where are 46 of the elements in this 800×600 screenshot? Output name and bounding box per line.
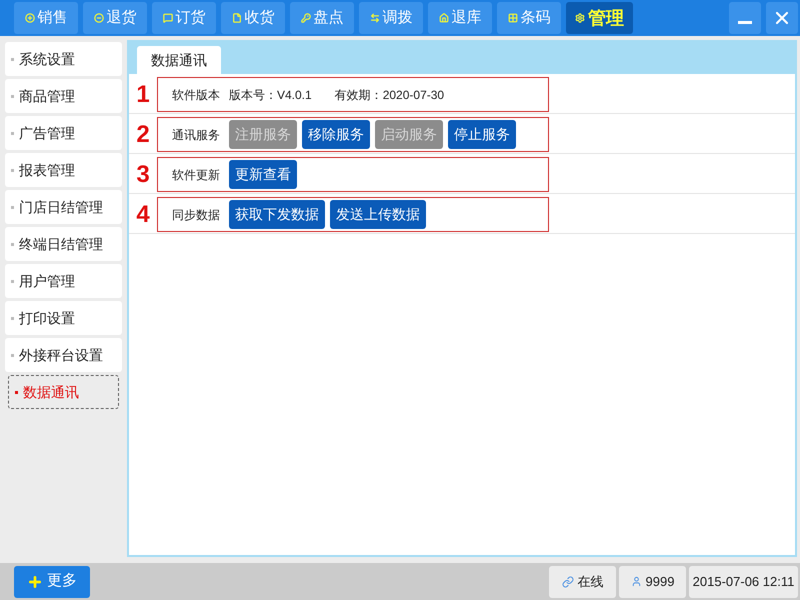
minimize-icon xyxy=(738,20,752,24)
action-button[interactable]: 获取下发数据 xyxy=(229,200,325,229)
arrows-icon xyxy=(370,13,380,23)
section-number: 4 xyxy=(135,200,151,230)
section-number: 1 xyxy=(135,80,151,110)
section-label: 软件版本 xyxy=(172,86,220,104)
minimize-button[interactable] xyxy=(729,2,761,34)
section-label: 通讯服务 xyxy=(172,126,220,144)
connection-status: 在线 xyxy=(549,566,616,598)
close-button[interactable] xyxy=(766,2,798,34)
sidebar-item[interactable]: 报表管理 xyxy=(5,153,122,187)
info-text: 版本号：V4.0.1 xyxy=(229,86,312,104)
sidebar-item[interactable]: 打印设置 xyxy=(5,301,122,335)
plus-circle-icon xyxy=(24,13,34,23)
action-button[interactable]: 更新查看 xyxy=(229,160,297,189)
sidebar-item[interactable]: 用户管理 xyxy=(5,264,122,298)
action-button[interactable]: 停止服务 xyxy=(448,120,516,149)
file-icon xyxy=(232,13,242,23)
sidebar-item[interactable]: 数据通讯 xyxy=(8,375,119,409)
minus-circle-icon xyxy=(94,13,104,23)
section-number: 2 xyxy=(135,120,151,150)
sidebar-item[interactable]: 系统设置 xyxy=(5,42,122,76)
sidebar-item[interactable]: 终端日结管理 xyxy=(5,227,122,261)
action-button[interactable]: 发送上传数据 xyxy=(330,200,426,229)
top-tab[interactable]: 管理 xyxy=(566,2,633,34)
sidebar-item[interactable]: 广告管理 xyxy=(5,116,122,150)
sidebar-item[interactable]: 外接秤台设置 xyxy=(5,338,122,372)
message-icon xyxy=(162,13,172,23)
grid-icon xyxy=(508,13,518,23)
action-button[interactable]: 移除服务 xyxy=(302,120,370,149)
info-text: 有效期：2020-07-30 xyxy=(334,86,444,104)
user-status: 9999 xyxy=(619,566,686,598)
house-icon xyxy=(438,13,448,23)
key-icon xyxy=(300,13,310,23)
user-icon xyxy=(630,576,642,587)
more-button[interactable]: 更多 xyxy=(14,566,90,598)
section-label: 同步数据 xyxy=(172,206,220,224)
section-number: 3 xyxy=(135,160,151,190)
plus-icon xyxy=(27,574,43,590)
link-icon xyxy=(562,576,574,588)
gear-icon xyxy=(575,13,585,23)
section-label: 软件更新 xyxy=(172,166,220,184)
content-tab[interactable]: 数据通讯 xyxy=(137,46,221,74)
datetime-status: 2015-07-06 12:11 xyxy=(689,566,798,598)
sidebar-item[interactable]: 门店日结管理 xyxy=(5,190,122,224)
sidebar-item[interactable]: 商品管理 xyxy=(5,79,122,113)
